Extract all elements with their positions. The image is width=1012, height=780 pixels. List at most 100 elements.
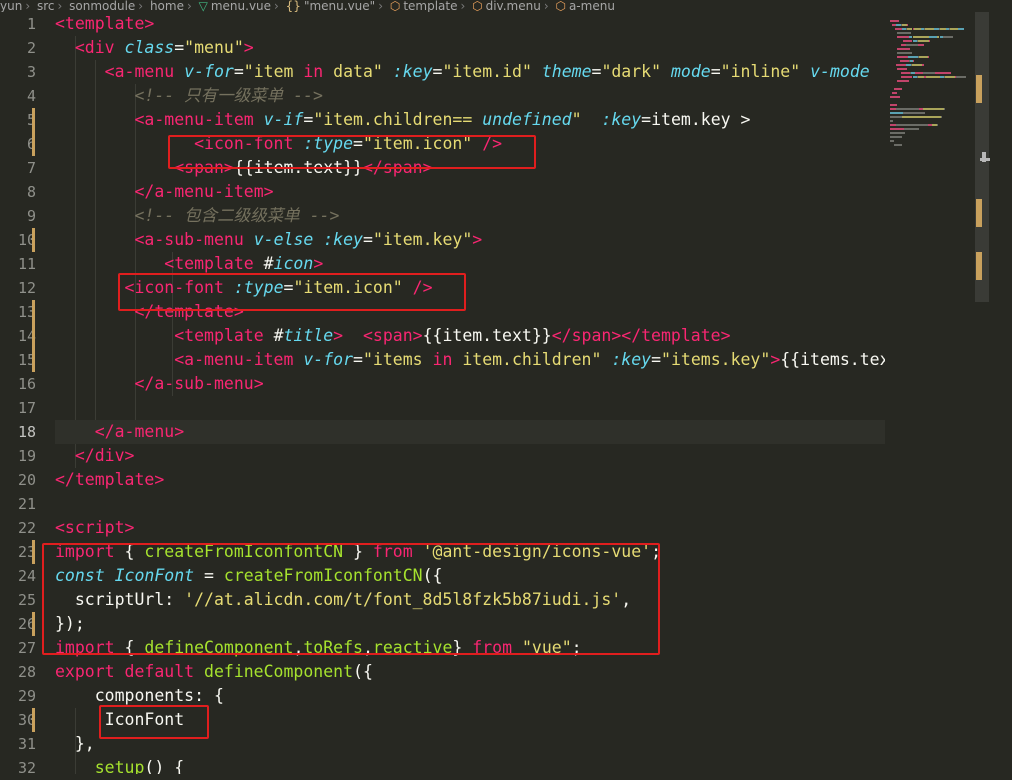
cube-icon: ⬡ — [389, 0, 401, 12]
line-number[interactable]: 6 — [0, 132, 36, 156]
line-number[interactable]: 21 — [0, 492, 36, 516]
breadcrumb-item-sonmodule[interactable]: sonmodule — [69, 0, 135, 12]
code-token: item.children" — [452, 350, 612, 369]
breadcrumb-item-template[interactable]: template — [403, 0, 457, 12]
line-number[interactable]: 17 — [0, 396, 36, 420]
line-number[interactable]: 8 — [0, 180, 36, 204]
line-number[interactable]: 2 — [0, 36, 36, 60]
code-line[interactable]: <template> — [55, 12, 885, 36]
code-line[interactable]: </a-sub-menu> — [55, 372, 885, 396]
breadcrumb-item-a-menu[interactable]: a-menu — [569, 0, 615, 12]
code-token: = — [651, 350, 662, 369]
line-number[interactable]: 5 — [0, 108, 36, 132]
chevron-right-icon: › — [460, 0, 466, 12]
minimap[interactable] — [886, 12, 976, 162]
line-number-gutter[interactable]: 1234567891011121314151617181920212223242… — [0, 12, 36, 777]
code-line[interactable]: components: { — [55, 684, 885, 708]
code-line[interactable]: scriptUrl: '//at.alicdn.com/t/font_8d5l8… — [55, 588, 885, 612]
code-token: ({ — [353, 662, 373, 681]
line-number[interactable]: 3 — [0, 60, 36, 84]
line-number[interactable]: 18 — [0, 420, 36, 444]
minimap-stroke — [897, 48, 910, 50]
code-line[interactable]: <!-- 只有一级菜单 --> — [55, 84, 885, 108]
line-number[interactable]: 22 — [0, 516, 36, 540]
breadcrumb-item-module[interactable]: "menu.vue" — [304, 0, 375, 12]
line-number[interactable]: 19 — [0, 444, 36, 468]
line-number[interactable]: 30 — [0, 708, 36, 732]
code-token: "item.children== — [313, 110, 483, 129]
line-number[interactable]: 11 — [0, 252, 36, 276]
minimap-stroke — [890, 116, 902, 118]
minimap-stroke — [943, 36, 953, 38]
code-line[interactable]: <icon-font :type="item.icon" /> — [55, 132, 885, 156]
breadcrumb-item-src[interactable]: src — [37, 0, 55, 12]
line-number[interactable]: 23 — [0, 540, 36, 564]
code-line[interactable]: <div class="menu"> — [55, 36, 885, 60]
line-number[interactable]: 31 — [0, 732, 36, 756]
line-number[interactable]: 20 — [0, 468, 36, 492]
code-token: "dark" — [601, 62, 671, 81]
chevron-right-icon: › — [543, 0, 549, 12]
code-line[interactable]: <a-menu v-for="item in data" :key="item.… — [55, 60, 885, 84]
code-line[interactable]: <template #icon> — [55, 252, 885, 276]
minimap-stroke — [890, 132, 906, 134]
code-line[interactable]: </a-menu> — [55, 420, 885, 444]
code-line[interactable]: setup() { — [55, 756, 885, 774]
line-number[interactable]: 27 — [0, 636, 36, 660]
code-line[interactable]: </template> — [55, 468, 885, 492]
code-line[interactable]: const IconFont = createFromIconfontCN({ — [55, 564, 885, 588]
breadcrumb-item-div[interactable]: div.menu — [486, 0, 541, 12]
code-line[interactable]: }, — [55, 732, 885, 756]
code-line[interactable]: </a-menu-item> — [55, 180, 885, 204]
breadcrumb-item-home[interactable]: home — [150, 0, 184, 12]
line-number[interactable]: 28 — [0, 660, 36, 684]
line-number[interactable]: 15 — [0, 348, 36, 372]
line-number[interactable]: 32 — [0, 756, 36, 780]
line-number[interactable]: 25 — [0, 588, 36, 612]
minimap-stroke — [898, 108, 917, 110]
code-line[interactable]: <a-menu-item v-for="items in item.childr… — [55, 348, 885, 372]
line-number[interactable]: 24 — [0, 564, 36, 588]
code-token: "item.icon" — [362, 134, 483, 153]
code-line[interactable]: <template #title> <span>{{item.text}}</s… — [55, 324, 885, 348]
breadcrumb-item-yun[interactable]: yun — [0, 0, 22, 12]
code-line[interactable]: </template> — [55, 300, 885, 324]
minimap-stroke — [891, 92, 898, 94]
minimap-stroke — [926, 76, 941, 78]
minimap-stroke — [918, 56, 928, 58]
code-token: </span> — [362, 158, 433, 177]
line-number[interactable]: 13 — [0, 300, 36, 324]
breadcrumb-item-file[interactable]: menu.vue — [211, 0, 271, 12]
code-line[interactable] — [55, 396, 885, 420]
code-line[interactable]: import { createFromIconfontCN } from '@a… — [55, 540, 885, 564]
code-line[interactable]: <icon-font :type="item.icon" /> — [55, 276, 885, 300]
code-line[interactable]: <!-- 包含二级级菜单 --> — [55, 204, 885, 228]
code-line[interactable]: <a-menu-item v-if="item.children== undef… — [55, 108, 885, 132]
code-editor[interactable]: 1234567891011121314151617181920212223242… — [0, 12, 1012, 777]
line-number[interactable]: 4 — [0, 84, 36, 108]
line-number[interactable]: 7 — [0, 156, 36, 180]
code-line[interactable]: <a-sub-menu v-else :key="item.key"> — [55, 228, 885, 252]
line-number[interactable]: 26 — [0, 612, 36, 636]
code-line[interactable]: export default defineComponent({ — [55, 660, 885, 684]
code-token: <!-- 包含二级级菜单 --> — [134, 206, 340, 225]
code-line[interactable]: <script> — [55, 516, 885, 540]
code-line[interactable] — [55, 492, 885, 516]
code-token: IconFont — [114, 566, 195, 585]
code-line[interactable]: import { defineComponent,toRefs,reactive… — [55, 636, 885, 660]
minimap-stroke — [913, 36, 929, 38]
line-number[interactable]: 9 — [0, 204, 36, 228]
line-number[interactable]: 29 — [0, 684, 36, 708]
line-number[interactable]: 16 — [0, 372, 36, 396]
line-number[interactable]: 14 — [0, 324, 36, 348]
code-text-area[interactable]: <template> <div class="menu"> <a-menu v-… — [55, 12, 885, 774]
line-number[interactable]: 10 — [0, 228, 36, 252]
code-token: :type — [233, 278, 284, 297]
line-number[interactable]: 1 — [0, 12, 36, 36]
code-line[interactable]: </div> — [55, 444, 885, 468]
code-line[interactable]: IconFont — [55, 708, 885, 732]
code-line[interactable]: <span>{{item.text}}</span> — [55, 156, 885, 180]
line-number[interactable]: 12 — [0, 276, 36, 300]
code-line[interactable]: }); — [55, 612, 885, 636]
